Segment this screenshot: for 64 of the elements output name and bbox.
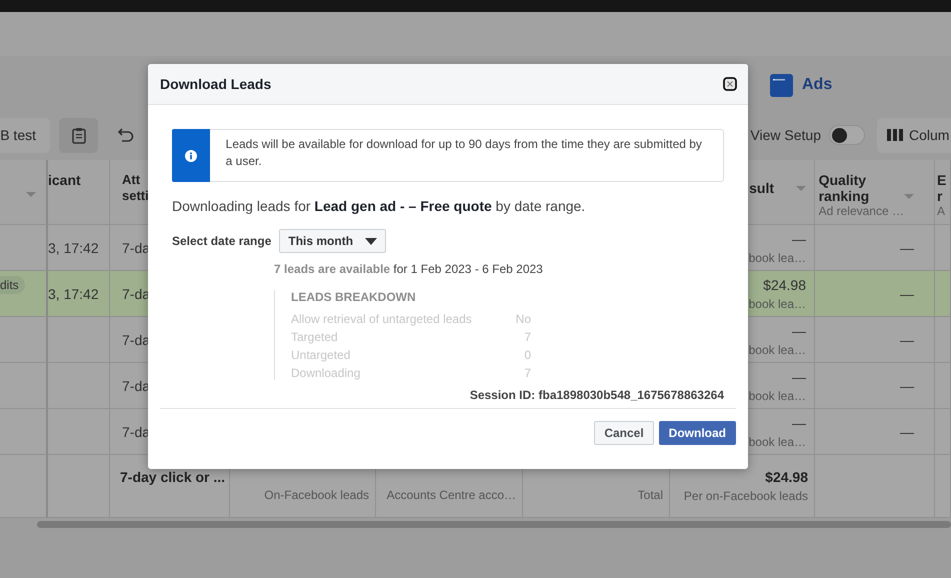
caret-icon [365, 238, 378, 244]
breakdown-value: 7 [524, 330, 531, 344]
columns-icon [887, 129, 903, 141]
session-id: Session ID: fba1898030b548_1675678863264 [470, 388, 724, 402]
cell-note: book lea… [748, 342, 806, 356]
cell-text: $24.98 [763, 276, 806, 292]
total-note: Accounts Centre acco… [386, 488, 516, 502]
view-setup-label: View Setup [750, 127, 821, 143]
column-subtitle: Ad relevance … [818, 204, 904, 218]
total-text: 7-day click or ... [120, 469, 226, 485]
breakdown-value: 7 [524, 366, 531, 380]
download-button[interactable]: Download [658, 421, 736, 445]
info-icon [184, 150, 197, 162]
dialog-title: Download Leads [160, 76, 272, 92]
column-header[interactable]: Att setti [122, 172, 149, 204]
cell-text: — [900, 240, 914, 256]
total-cell [0, 455, 48, 518]
breakdown-value: No [516, 312, 531, 326]
clipboard-button[interactable] [59, 118, 98, 152]
cell-text: — [900, 332, 914, 348]
breakdown-value: 0 [524, 348, 531, 362]
column-subtitle: A [937, 204, 946, 218]
close-icon[interactable] [723, 77, 737, 91]
breakdown-label: Untargeted [291, 348, 350, 362]
cell-note: book lea… [748, 434, 806, 448]
cell-note: book lea… [748, 250, 806, 264]
cell-text: — [900, 286, 914, 302]
toggle-switch[interactable] [829, 125, 865, 145]
cell-text: — [900, 424, 914, 440]
cancel-button[interactable]: Cancel [594, 421, 654, 445]
cell-text: 3, 17:42 [48, 240, 99, 256]
total-text: $24.98 [765, 469, 808, 485]
date-range-dropdown[interactable]: This month [279, 229, 386, 253]
availability-text: 7 leads are available for 1 Feb 2023 - 6 Feb 2023 [274, 262, 544, 276]
cell-note: book lea… [748, 388, 806, 402]
total-note: On-Facebook leads [264, 488, 369, 502]
undo-icon[interactable] [118, 128, 134, 142]
columns-button[interactable]: Colum [877, 118, 951, 152]
notice-text: Leads will be available for download for up to 90 days from the time they are submitted by a user. [224, 136, 703, 170]
field-label: Select date range [172, 234, 272, 248]
column-header[interactable]: Quality ranking [818, 172, 904, 204]
total-note: Total [638, 488, 663, 502]
intro-text: Downloading leads for Lead gen ad - – Free quote by date range. [172, 198, 586, 214]
breakdown-label: Downloading [291, 366, 360, 380]
cell-text: — [792, 414, 806, 430]
cell-note: book lea… [748, 296, 806, 310]
cell-text: — [792, 322, 806, 338]
section-heading: LEADS BREAKDOWN [291, 290, 417, 304]
cell-text: — [792, 368, 806, 384]
cell-text: 3, 17:42 [48, 286, 99, 302]
total-note: Per on-Facebook leads [684, 489, 808, 503]
column-header[interactable]: sult [749, 180, 774, 196]
column-header[interactable]: icant [48, 172, 81, 188]
window-icon [770, 74, 793, 96]
breakdown-label: Targeted [291, 330, 338, 344]
clipboard-icon [72, 126, 86, 144]
cell-text: — [900, 378, 914, 394]
column-header[interactable]: E r [937, 172, 946, 204]
page-title: Ads [802, 76, 832, 94]
test-button[interactable]: B test [0, 118, 50, 152]
status-badge: dits [0, 276, 25, 294]
scrollbar[interactable] [37, 521, 951, 528]
breakdown-label: Allow retrieval of untargeted leads [291, 312, 472, 326]
cell-text: — [792, 230, 806, 246]
